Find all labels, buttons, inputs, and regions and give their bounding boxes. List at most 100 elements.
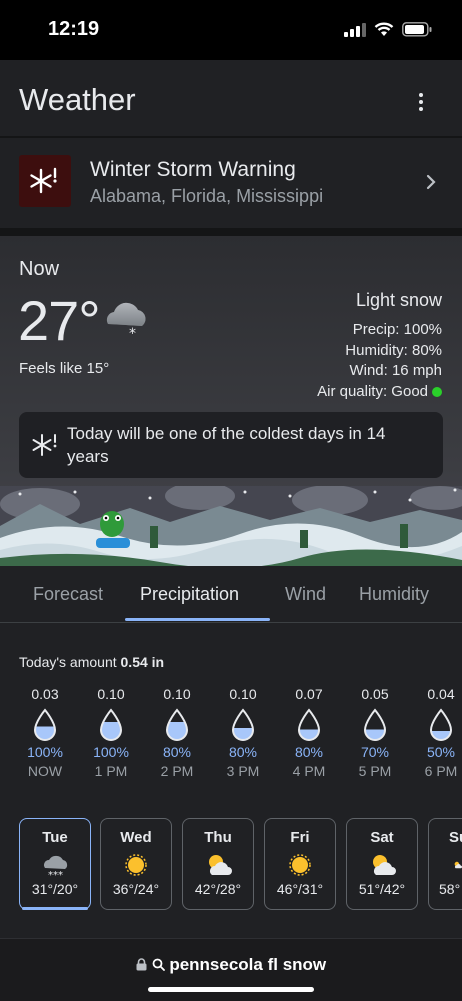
sun-icon [265, 850, 335, 880]
hour-time: 1 PM [94, 763, 128, 779]
snow-icon: *** [20, 850, 90, 880]
cold-snowflake-icon [32, 434, 57, 456]
hour-amount: 0.03 [31, 686, 59, 702]
battery-icon [402, 22, 432, 37]
search-query: pennsecola fl snow [169, 955, 327, 974]
active-tab-indicator [125, 618, 270, 621]
day-card-wed[interactable]: Wed 36°/24° [100, 818, 172, 910]
day-temp-range: 46°/31° [276, 881, 324, 897]
humidity-value: Humidity: 80% [345, 341, 442, 359]
winter-storm-icon [19, 155, 71, 207]
tab-wind[interactable]: Wind [285, 584, 326, 605]
precip-drop-icon [99, 708, 123, 741]
hour-item: 0.05 70% 5 PM [345, 686, 405, 779]
hour-time: 2 PM [160, 763, 194, 779]
lock-icon [136, 958, 147, 971]
partly-cloudy-icon [429, 850, 462, 880]
hour-time: 3 PM [226, 763, 260, 779]
day-name: Wed [120, 829, 152, 846]
partly-cloudy-icon [183, 850, 253, 880]
day-name: Fri [290, 829, 310, 846]
cellular-signal-icon [344, 22, 366, 37]
insight-text: Today will be one of the coldest days in… [67, 424, 386, 466]
hour-chance: 70% [360, 744, 390, 760]
precip-drop-icon [231, 708, 255, 741]
condition-label: Light snow [355, 290, 442, 310]
hour-item: 0.03 100% NOW [15, 686, 75, 779]
hour-chance: 80% [294, 744, 324, 760]
day-card-fri[interactable]: Fri 46°/31° [264, 818, 336, 910]
weather-insight-callout: Today will be one of the coldest days in… [19, 412, 443, 478]
air-quality-dot [432, 386, 442, 397]
wind-value: Wind: 16 mph [349, 362, 442, 379]
precip-drop-icon [297, 708, 321, 741]
hour-item: 0.07 80% 4 PM [279, 686, 339, 779]
air-quality-label: Air quality: Good [317, 382, 428, 400]
hour-amount: 0.07 [295, 686, 323, 702]
day-temp-range: 58° [439, 881, 461, 897]
hour-amount: 0.04 [427, 686, 455, 702]
precip-drop-icon [33, 708, 57, 741]
hour-item: 0.04 50% 6 PM [411, 686, 462, 779]
tab-forecast[interactable]: Forecast [33, 584, 103, 605]
status-icons [344, 22, 432, 37]
address-bar[interactable]: pennsecola fl snow [0, 955, 462, 975]
condition-details: Precip: 100% Humidity: 80% Wind: 16 mph … [317, 320, 442, 402]
section-divider [0, 228, 462, 236]
hour-chance: 100% [93, 744, 129, 760]
day-name: Thu [204, 829, 232, 846]
hour-time: NOW [27, 763, 63, 779]
todays-amount-label: Today's amount [19, 654, 117, 670]
todays-amount: Today's amount 0.54 in [19, 654, 164, 670]
hour-time: 4 PM [292, 763, 326, 779]
tab-precipitation[interactable]: Precipitation [140, 584, 239, 605]
day-card-thu[interactable]: Thu 42°/28° [182, 818, 254, 910]
snowy-landscape-illustration [0, 486, 462, 566]
more-options-icon[interactable] [418, 92, 424, 112]
day-temp-range: 42°/28° [194, 881, 242, 897]
status-time: 12:19 [48, 18, 100, 40]
day-name: Su [449, 829, 462, 846]
svg-text:*: * [129, 326, 136, 342]
hour-amount: 0.10 [163, 686, 191, 702]
hour-chance: 80% [162, 744, 192, 760]
hour-time: 5 PM [358, 763, 392, 779]
wifi-icon [374, 22, 394, 36]
status-bar: 12:19 [0, 0, 462, 60]
day-temp-range: 36°/24° [112, 881, 160, 897]
weather-alert[interactable]: Winter Storm Warning Alabama, Florida, M… [0, 138, 462, 228]
day-temp-range: 51°/42° [358, 881, 406, 897]
precip-drop-icon [429, 708, 453, 741]
daily-forecast[interactable]: Tue *** 31°/20° Wed 36°/24° Thu 42°/28° … [0, 818, 462, 914]
hourly-precipitation[interactable]: 0.03 100% NOW 0.10 100% 1 PM 0.10 80% 2 … [0, 686, 462, 786]
hour-item: 0.10 80% 2 PM [147, 686, 207, 779]
light-snow-icon: * [106, 302, 146, 342]
sun-icon [101, 850, 171, 880]
hour-time: 6 PM [424, 763, 458, 779]
day-card-sat[interactable]: Sat 51°/42° [346, 818, 418, 910]
hour-chance: 50% [426, 744, 456, 760]
precip-value: Precip: 100% [352, 321, 442, 338]
hour-item: 0.10 80% 3 PM [213, 686, 273, 779]
partly-cloudy-icon [347, 850, 417, 880]
browser-bar: pennsecola fl snow [0, 938, 462, 1001]
precip-drop-icon [165, 708, 189, 741]
forecast-tabs: Forecast Precipitation Wind Humidity [0, 566, 462, 623]
day-name: Tue [42, 829, 68, 846]
chevron-right-icon [426, 174, 436, 190]
home-indicator[interactable] [148, 987, 314, 992]
day-card-sun[interactable]: Su 58° [428, 818, 462, 910]
tab-humidity[interactable]: Humidity [359, 584, 429, 605]
precip-drop-icon [363, 708, 387, 741]
search-icon [152, 958, 165, 971]
feels-like: Feels like 15° [19, 360, 110, 377]
hour-amount: 0.10 [229, 686, 257, 702]
now-label: Now [19, 258, 60, 280]
hour-item: 0.10 100% 1 PM [81, 686, 141, 779]
day-temp-range: 31°/20° [31, 881, 79, 897]
current-temperature: 27° [18, 289, 101, 352]
page-title: Weather [19, 82, 136, 117]
selected-day-indicator [22, 907, 88, 910]
hour-chance: 80% [228, 744, 258, 760]
day-card-tue[interactable]: Tue *** 31°/20° [19, 818, 91, 910]
